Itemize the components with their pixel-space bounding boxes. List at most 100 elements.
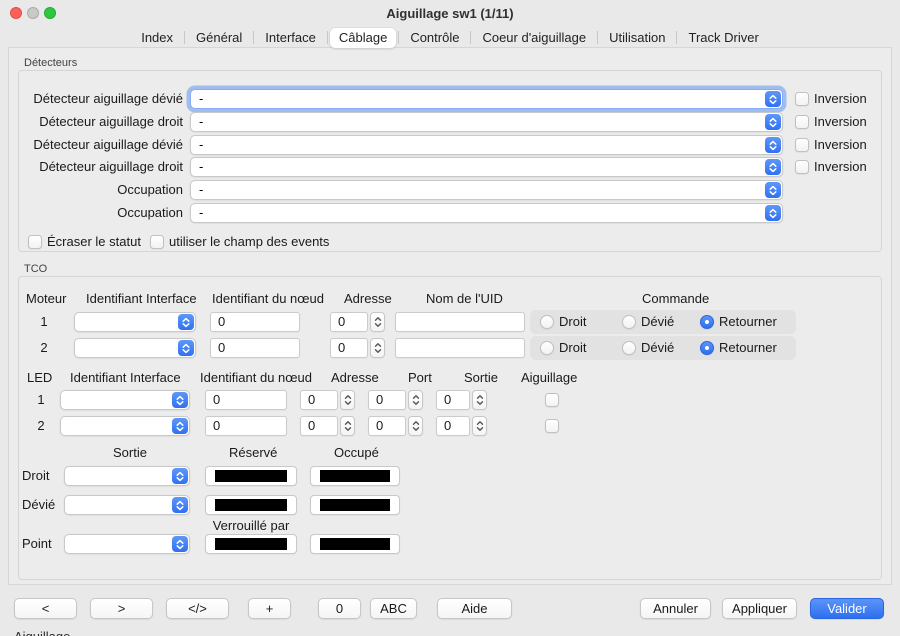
tab-separator — [398, 31, 399, 44]
add-button[interactable]: + — [248, 598, 291, 619]
dialog-window: Aiguillage sw1 (1/11) Index Général Inte… — [0, 0, 900, 636]
led-2-num: 2 — [34, 416, 48, 436]
moteur-1-radio-retourner[interactable] — [700, 315, 714, 329]
droit-occupe-color-button[interactable] — [310, 466, 400, 486]
inversion-checkbox-2[interactable] — [795, 115, 809, 129]
zero-button[interactable]: 0 — [318, 598, 361, 619]
abc-button[interactable]: ABC — [370, 598, 417, 619]
led-1-interface-select[interactable] — [60, 390, 190, 410]
led-1-sortie-stepper[interactable] — [472, 390, 487, 410]
minimize-button[interactable] — [27, 7, 39, 19]
led-1-sortie-field[interactable]: 0 — [436, 390, 470, 410]
led-1-port-field[interactable]: 0 — [368, 390, 406, 410]
color-swatch — [320, 538, 390, 550]
droit-reserve-color-button[interactable] — [205, 466, 297, 486]
window-title: Aiguillage sw1 (1/11) — [100, 6, 800, 21]
led-2-sortie-stepper[interactable] — [472, 416, 487, 436]
apply-button[interactable]: Appliquer — [722, 598, 797, 619]
ecraser-statut-checkbox[interactable] — [28, 235, 42, 249]
moteur-adresse-header: Adresse — [344, 291, 392, 307]
led-1-aiguillage-checkbox[interactable] — [545, 393, 559, 407]
led-aiguillage-header: Aiguillage — [521, 370, 577, 386]
led-2-port-stepper[interactable] — [408, 416, 423, 436]
moteur-1-radio-droit[interactable] — [540, 315, 554, 329]
moteur-1-interface-select[interactable] — [74, 312, 196, 332]
tab-interface[interactable]: Interface — [256, 28, 325, 48]
detecteur-droit-2-select[interactable]: - — [190, 157, 783, 177]
tab-general[interactable]: Général — [187, 28, 251, 48]
chevron-updown-icon — [765, 137, 781, 153]
help-button[interactable]: Aide — [437, 598, 512, 619]
prev-button[interactable]: < — [14, 598, 77, 619]
chevron-updown-icon — [172, 418, 188, 434]
led-1-adresse-field[interactable]: 0 — [300, 390, 338, 410]
moteur-commande-header: Commande — [642, 291, 709, 307]
chevron-updown-icon — [172, 497, 188, 513]
devie-reserve-color-button[interactable] — [205, 495, 297, 515]
cancel-button[interactable]: Annuler — [640, 598, 711, 619]
chevron-updown-icon — [765, 182, 781, 198]
moteur-1-uid-field[interactable] — [395, 312, 525, 332]
occupation-2-select[interactable]: - — [190, 203, 783, 223]
tco-group-label: TCO — [24, 263, 47, 275]
inversion-checkbox-3[interactable] — [795, 138, 809, 152]
point-sortie-select[interactable] — [64, 534, 190, 554]
point-verrou-color-button[interactable] — [205, 534, 297, 554]
champ-events-checkbox[interactable] — [150, 235, 164, 249]
devie-occupe-color-button[interactable] — [310, 495, 400, 515]
led-2-port-field[interactable]: 0 — [368, 416, 406, 436]
led-2-sortie-field[interactable]: 0 — [436, 416, 470, 436]
detecteur-devie-1-select[interactable]: - — [190, 89, 783, 109]
color-swatch — [215, 470, 287, 482]
moteur-1-radio-devie[interactable] — [622, 315, 636, 329]
moteur-1-adresse-stepper[interactable] — [370, 312, 385, 332]
moteur-2-radio-devie[interactable] — [622, 341, 636, 355]
detecteur-devie-2-select[interactable]: - — [190, 135, 783, 155]
moteur-2-radio-droit[interactable] — [540, 341, 554, 355]
detecteur-droit-1-select[interactable]: - — [190, 112, 783, 132]
moteur-2-node-field[interactable]: 0 — [210, 338, 300, 358]
color-swatch — [215, 499, 287, 511]
zoom-button[interactable] — [44, 7, 56, 19]
inversion-checkbox-4[interactable] — [795, 160, 809, 174]
moteur-2-adresse-field[interactable]: 0 — [330, 338, 368, 358]
led-2-adresse-stepper[interactable] — [340, 416, 355, 436]
moteur-2-adresse-stepper[interactable] — [370, 338, 385, 358]
tab-bar: Index Général Interface Câblage Contrôle… — [0, 27, 900, 48]
inversion-checkbox-1[interactable] — [795, 92, 809, 106]
moteur-2-uid-field[interactable] — [395, 338, 525, 358]
tab-separator — [253, 31, 254, 44]
tab-cablage[interactable]: Câblage — [330, 28, 396, 48]
tab-track-driver[interactable]: Track Driver — [679, 28, 767, 48]
droit-sortie-select[interactable] — [64, 466, 190, 486]
chevron-updown-icon — [172, 392, 188, 408]
occupation-1-select[interactable]: - — [190, 180, 783, 200]
led-1-node-field[interactable]: 0 — [205, 390, 287, 410]
moteur-1-node-field[interactable]: 0 — [210, 312, 300, 332]
inversion-label-2: Inversion — [814, 114, 867, 130]
detecteurs-group-label: Détecteurs — [24, 57, 77, 69]
ok-button[interactable]: Valider — [810, 598, 884, 619]
led-1-port-stepper[interactable] — [408, 390, 423, 410]
moteur-2-radio-droit-label: Droit — [559, 338, 586, 358]
point-occupe-color-button[interactable] — [310, 534, 400, 554]
led-2-aiguillage-checkbox[interactable] — [545, 419, 559, 433]
devie-sortie-select[interactable] — [64, 495, 190, 515]
moteur-2-radio-retourner[interactable] — [700, 341, 714, 355]
tab-index[interactable]: Index — [132, 28, 182, 48]
tab-utilisation[interactable]: Utilisation — [600, 28, 674, 48]
detecteur-droit-2-label: Détecteur aiguillage droit — [0, 157, 183, 177]
led-2-node-field[interactable]: 0 — [205, 416, 287, 436]
tab-controle[interactable]: Contrôle — [401, 28, 468, 48]
moteur-1-adresse-field[interactable]: 0 — [330, 312, 368, 332]
moteur-2-interface-select[interactable] — [74, 338, 196, 358]
sortie-col-header: Sortie — [113, 445, 147, 461]
next-button[interactable]: > — [90, 598, 153, 619]
chevron-updown-icon — [765, 114, 781, 130]
tab-coeur-aiguillage[interactable]: Coeur d'aiguillage — [473, 28, 595, 48]
code-button[interactable]: </> — [166, 598, 229, 619]
led-2-interface-select[interactable] — [60, 416, 190, 436]
led-2-adresse-field[interactable]: 0 — [300, 416, 338, 436]
led-1-adresse-stepper[interactable] — [340, 390, 355, 410]
close-button[interactable] — [10, 7, 22, 19]
